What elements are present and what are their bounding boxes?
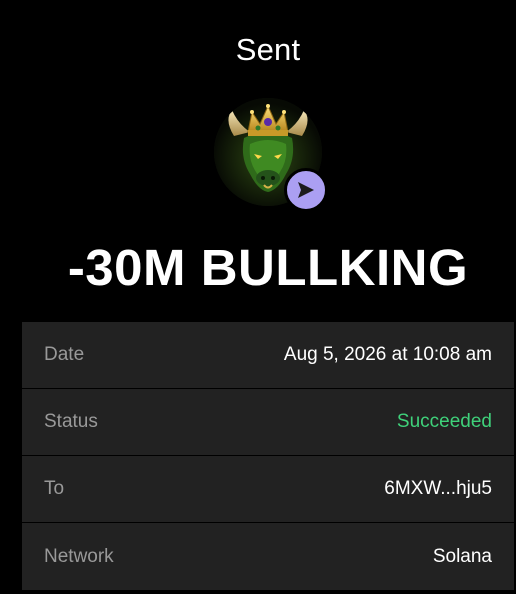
page-title: Sent — [235, 32, 301, 67]
detail-label: Network — [44, 545, 114, 567]
detail-value: Aug 5, 2026 at 10:08 am — [283, 344, 492, 365]
detail-row-network: Network Solana — [22, 523, 514, 590]
detail-row-to[interactable]: To 6MXW...hju5 — [22, 456, 514, 523]
send-arrow-icon — [284, 168, 328, 212]
detail-label: Date — [44, 344, 85, 365]
token-icon-group — [214, 98, 328, 212]
status-badge: Succeeded — [396, 411, 492, 432]
detail-label: To — [44, 478, 65, 499]
transaction-details-card: Date Aug 5, 2026 at 10:08 am Status Succ… — [22, 322, 514, 590]
detail-row-date: Date Aug 5, 2026 at 10:08 am — [22, 322, 514, 389]
transaction-amount: -30M BULLKING — [67, 239, 469, 296]
detail-value: Solana — [432, 545, 492, 567]
detail-label: Status — [44, 411, 98, 432]
detail-row-status: Status Succeeded — [22, 389, 514, 456]
recipient-address[interactable]: 6MXW...hju5 — [384, 478, 492, 500]
transaction-detail-screen: Sent -30M BULLKING Date Aug 5, 2026 at 1… — [0, 0, 516, 594]
